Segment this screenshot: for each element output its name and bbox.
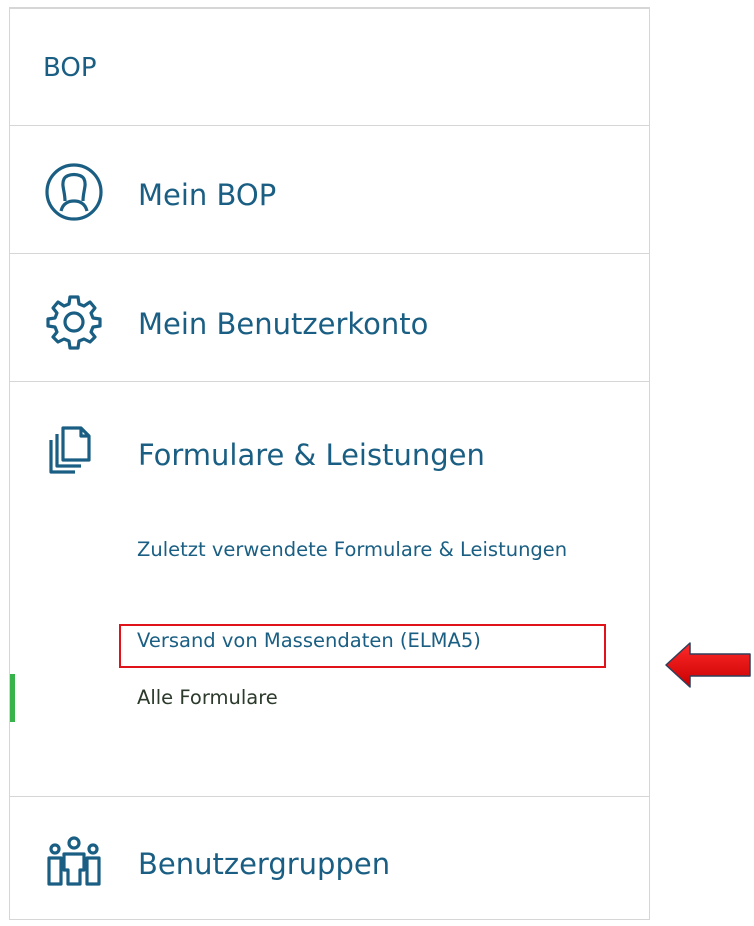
active-indicator	[10, 674, 15, 722]
sub-item-massendaten[interactable]: Versand von Massendaten (ELMA5)	[137, 625, 481, 656]
sub-item-alle-formulare[interactable]: Alle Formulare	[137, 682, 278, 713]
nav-label-mein-bop: Mein BOP	[138, 178, 277, 212]
user-group-icon	[43, 832, 105, 894]
user-circle-icon	[43, 161, 105, 223]
annotation-arrow	[665, 642, 751, 688]
nav-item-formulare: Formulare & Leistungen Zuletzt verwendet…	[10, 382, 649, 797]
nav-item-benutzergruppen[interactable]: Benutzergruppen	[10, 797, 649, 921]
navigation-panel: BOP Mein BOP Mein Benutzerkonto Formular…	[9, 7, 650, 920]
nav-item-mein-bop[interactable]: Mein BOP	[10, 126, 649, 254]
nav-label-benutzergruppen: Benutzergruppen	[138, 847, 391, 881]
nav-label-formulare[interactable]: Formulare & Leistungen	[138, 438, 485, 472]
panel-header: BOP	[10, 9, 649, 126]
panel-title: BOP	[43, 53, 97, 83]
sub-item-zuletzt-verwendet[interactable]: Zuletzt verwendete Formulare & Leistunge…	[137, 534, 607, 565]
documents-icon	[43, 420, 105, 482]
nav-label-benutzerkonto: Mein Benutzerkonto	[138, 307, 429, 341]
gear-icon	[43, 291, 105, 353]
nav-item-benutzerkonto[interactable]: Mein Benutzerkonto	[10, 254, 649, 382]
